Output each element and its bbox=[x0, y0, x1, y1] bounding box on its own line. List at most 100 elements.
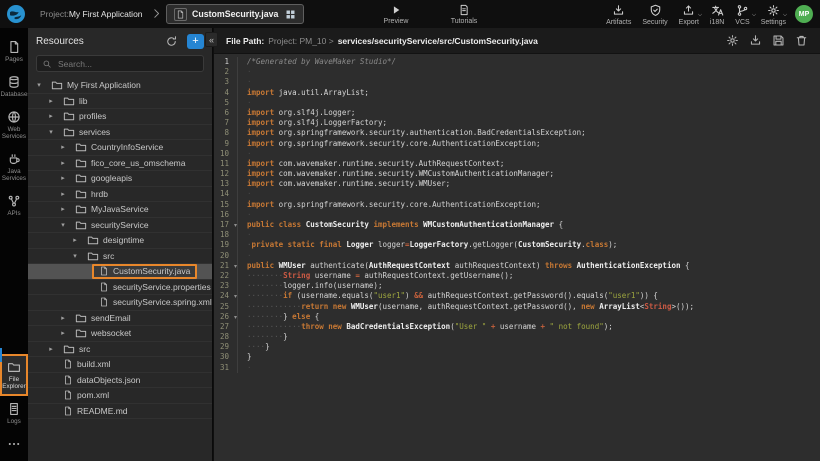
code-line-27[interactable]: 27 ············throw new BadCredentialsE… bbox=[214, 322, 820, 332]
code-line-11[interactable]: 11 import com.wavemaker.runtime.security… bbox=[214, 159, 820, 169]
tree-folder-src[interactable]: ▾src bbox=[28, 249, 212, 265]
tree-file-readme-md[interactable]: README.md bbox=[28, 404, 212, 420]
chevron-collapsed-icon[interactable]: ▸ bbox=[58, 174, 68, 182]
search-input[interactable] bbox=[56, 58, 198, 70]
chevron-collapsed-icon[interactable]: ▸ bbox=[46, 112, 56, 120]
chevron-collapsed-icon[interactable]: ▸ bbox=[58, 190, 68, 198]
tree-folder-my-first-application[interactable]: ▾My First Application bbox=[28, 78, 212, 94]
sidebar-item-more-options[interactable] bbox=[0, 431, 28, 457]
artifacts-button[interactable]: Artifacts bbox=[606, 4, 631, 26]
code-line-29[interactable]: 29 ····} bbox=[214, 342, 820, 352]
tree-folder-services[interactable]: ▾services bbox=[28, 125, 212, 141]
chevron-expanded-icon[interactable]: ▾ bbox=[34, 81, 44, 89]
tree-file-pom-xml[interactable]: pom.xml bbox=[28, 388, 212, 404]
save-button[interactable] bbox=[772, 34, 785, 47]
tree-file-dataobjects-json[interactable]: dataObjects.json bbox=[28, 373, 212, 389]
chevron-collapsed-icon[interactable]: ▸ bbox=[58, 314, 68, 322]
code-line-18[interactable]: 18 · bbox=[214, 230, 820, 240]
code-line-2[interactable]: 2 · bbox=[214, 67, 820, 77]
code-line-13[interactable]: 13 import com.wavemaker.runtime.security… bbox=[214, 179, 820, 189]
code-line-28[interactable]: 28 ········} bbox=[214, 332, 820, 342]
chevron-collapsed-icon[interactable]: ▸ bbox=[46, 97, 56, 105]
code-line-21[interactable]: 21▾ public WMUser authenticate(AuthReque… bbox=[214, 261, 820, 271]
add-resource-button[interactable]: + bbox=[187, 34, 204, 49]
chevron-collapsed-icon[interactable]: ▸ bbox=[70, 236, 80, 244]
tree-file-securityservice-spring-xml[interactable]: securityService.spring.xml bbox=[28, 295, 212, 311]
chevron-collapsed-icon[interactable]: ▸ bbox=[46, 345, 56, 353]
tutorials-button[interactable]: Tutorials bbox=[444, 4, 484, 25]
sidebar-item-web-services[interactable]: Web Services bbox=[0, 104, 28, 146]
settings-button[interactable] bbox=[726, 34, 739, 47]
code-line-5[interactable]: 5 · bbox=[214, 98, 820, 108]
tree-folder-sendemail[interactable]: ▸sendEmail bbox=[28, 311, 212, 327]
collapse-panel-button[interactable]: « bbox=[205, 32, 218, 47]
tab-customsecurity-java[interactable]: CustomSecurity.java bbox=[166, 4, 304, 24]
sidebar-item-file-explorer[interactable]: File Explorer bbox=[0, 354, 28, 396]
chevron-collapsed-icon[interactable]: ▸ bbox=[58, 205, 68, 213]
project-breadcrumb[interactable]: Project:My First Application bbox=[40, 0, 143, 28]
code-line-26[interactable]: 26▾ ········} else { bbox=[214, 312, 820, 322]
code-line-6[interactable]: 6 import org.slf4j.Logger; bbox=[214, 108, 820, 118]
tree-folder-websocket[interactable]: ▸websocket bbox=[28, 326, 212, 342]
sidebar-item-pages[interactable]: Pages bbox=[0, 34, 28, 69]
code-line-15[interactable]: 15 import org.springframework.security.c… bbox=[214, 200, 820, 210]
tree-folder-countryinfoservice[interactable]: ▸CountryInfoService bbox=[28, 140, 212, 156]
code-line-19[interactable]: 19 ·private static final Logger logger=L… bbox=[214, 240, 820, 250]
code-line-25[interactable]: 25 ············return new WMUser(usernam… bbox=[214, 302, 820, 312]
chevron-down-icon bbox=[751, 12, 757, 18]
code-line-1[interactable]: 1 /*Generated by WaveMaker Studio*/ bbox=[214, 57, 820, 67]
tree-folder-designtime[interactable]: ▸designtime bbox=[28, 233, 212, 249]
sidebar-item-databases[interactable]: Databases bbox=[0, 69, 28, 104]
tree-file-securityservice-properties[interactable]: securityService.properties bbox=[28, 280, 212, 296]
code-line-3[interactable]: 3 · bbox=[214, 77, 820, 87]
line-number: 5 bbox=[214, 98, 238, 108]
code-line-24[interactable]: 24▾ ········if (username.equals("user1")… bbox=[214, 291, 820, 301]
code-line-9[interactable]: 9 import org.springframework.security.co… bbox=[214, 139, 820, 149]
chevron-expanded-icon[interactable]: ▾ bbox=[46, 128, 56, 136]
i18n-button[interactable]: i18N bbox=[710, 4, 724, 26]
sidebar-item-apis[interactable]: APIs bbox=[0, 188, 28, 223]
settings-button[interactable]: Settings bbox=[761, 4, 786, 26]
avatar[interactable]: MP bbox=[795, 5, 813, 23]
code-line-7[interactable]: 7 import org.slf4j.LoggerFactory; bbox=[214, 118, 820, 128]
sidebar-item-logs[interactable]: Logs bbox=[0, 396, 28, 431]
chevron-expanded-icon[interactable]: ▾ bbox=[58, 221, 68, 229]
delete-button[interactable] bbox=[795, 34, 808, 47]
sidebar-item-java-services[interactable]: Java Services bbox=[0, 146, 28, 188]
vcs-button[interactable]: VCS bbox=[735, 4, 749, 26]
code-line-20[interactable]: 20 · bbox=[214, 251, 820, 261]
tree-file-customsecurity-java[interactable]: CustomSecurity.java bbox=[28, 264, 212, 280]
export-button[interactable]: Export bbox=[679, 4, 699, 26]
code-line-4[interactable]: 4 import java.util.ArrayList; bbox=[214, 88, 820, 98]
tree-folder-hrdb[interactable]: ▸hrdb bbox=[28, 187, 212, 203]
download-button[interactable] bbox=[749, 34, 762, 47]
refresh-button[interactable] bbox=[165, 35, 178, 48]
tree-folder-myjavaservice[interactable]: ▸MyJavaService bbox=[28, 202, 212, 218]
security-button[interactable]: Security bbox=[642, 4, 667, 26]
chevron-collapsed-icon[interactable]: ▸ bbox=[58, 159, 68, 167]
code-line-16[interactable]: 16 · bbox=[214, 210, 820, 220]
code-line-14[interactable]: 14 · bbox=[214, 189, 820, 199]
tree-folder-src[interactable]: ▸src bbox=[28, 342, 212, 358]
chevron-expanded-icon[interactable]: ▾ bbox=[70, 252, 80, 260]
tree-folder-fico-core-us-omschema[interactable]: ▸fico_core_us_omschema bbox=[28, 156, 212, 172]
tree-folder-lib[interactable]: ▸lib bbox=[28, 94, 212, 110]
preview-button[interactable]: Preview bbox=[376, 4, 416, 25]
chevron-collapsed-icon[interactable]: ▸ bbox=[58, 143, 68, 151]
code-line-30[interactable]: 30 } bbox=[214, 352, 820, 362]
code-line-8[interactable]: 8 import org.springframework.security.au… bbox=[214, 128, 820, 138]
code-line-23[interactable]: 23 ········logger.info(username); bbox=[214, 281, 820, 291]
chevron-down-icon bbox=[751, 12, 757, 18]
code-line-22[interactable]: 22 ········String username = authRequest… bbox=[214, 271, 820, 281]
grid-icon[interactable] bbox=[285, 9, 296, 20]
code-line-31[interactable]: 31 · bbox=[214, 363, 820, 373]
tree-file-build-xml[interactable]: build.xml bbox=[28, 357, 212, 373]
tree-folder-securityservice[interactable]: ▾securityService bbox=[28, 218, 212, 234]
tree-folder-profiles[interactable]: ▸profiles bbox=[28, 109, 212, 125]
code-line-12[interactable]: 12 import com.wavemaker.runtime.security… bbox=[214, 169, 820, 179]
code-line-10[interactable]: 10 · bbox=[214, 149, 820, 159]
tree-folder-googleapis[interactable]: ▸googleapis bbox=[28, 171, 212, 187]
chevron-collapsed-icon[interactable]: ▸ bbox=[58, 329, 68, 337]
wavemaker-logo-icon[interactable] bbox=[6, 4, 26, 24]
code-line-17[interactable]: 17▾ public class CustomSecurity implemen… bbox=[214, 220, 820, 230]
